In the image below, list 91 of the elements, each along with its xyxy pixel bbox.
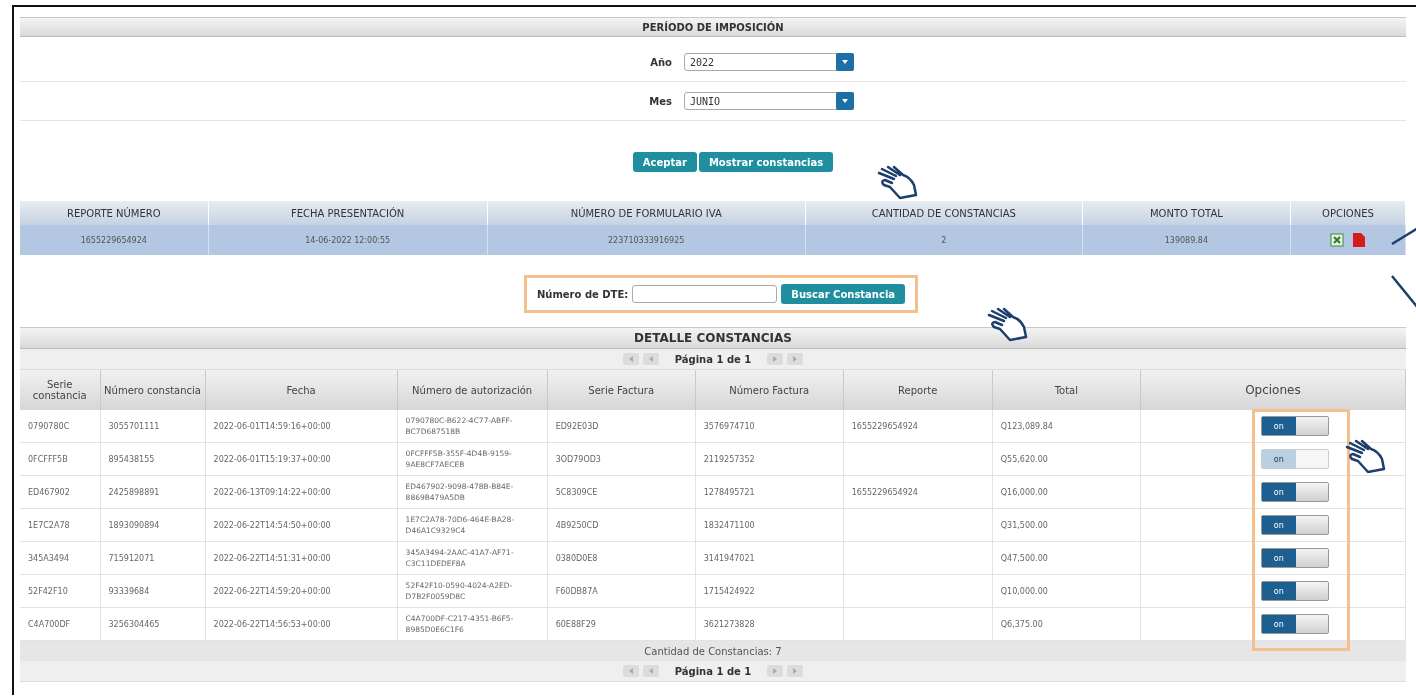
table-cell: 715912071 <box>100 541 206 575</box>
table-cell: F60DB87A <box>547 574 696 608</box>
field-label: Número de DTE: <box>536 288 629 300</box>
record-count: Cantidad de Constancias: 7 <box>644 645 782 657</box>
table-cell: 1715424922 <box>695 574 844 608</box>
spreadsheet-icon[interactable] <box>1329 233 1344 247</box>
column-header: OPCIONES <box>1290 201 1406 225</box>
column-header: Fecha <box>205 370 398 410</box>
column-header: Número Factura <box>695 370 844 410</box>
table-cell: 5C8309CE <box>547 475 696 509</box>
table-cell: 1655229654924 <box>843 410 993 443</box>
table-cell: 2022-06-22T14:51:31+00:00 <box>205 541 398 575</box>
table-cell: 0380D0E8 <box>547 541 696 575</box>
table-cell: Q16,000.00 <box>992 475 1141 509</box>
toggle-switch[interactable]: on <box>1260 581 1329 601</box>
table-cell: 93339684 <box>100 574 206 608</box>
table-cell: 2022-06-13T09:14:22+00:00 <box>205 475 398 509</box>
action-button[interactable]: Aceptar <box>632 152 697 172</box>
column-header: Serie constancia <box>20 370 100 410</box>
toggle-switch[interactable]: on <box>1260 548 1329 568</box>
table-cell: 223710333916925 <box>487 225 806 255</box>
table-cell: 1E7C2A78 <box>20 508 100 542</box>
column-header: CANTIDAD DE CONSTANCIAS <box>805 201 1083 225</box>
table-cell: Q31,500.00 <box>992 508 1141 542</box>
toggle-switch[interactable]: on <box>1260 482 1329 502</box>
table-cell: 2022-06-22T14:59:20+00:00 <box>205 574 398 608</box>
table-cell: 3621273828 <box>695 607 844 641</box>
table-cell: 3141947021 <box>695 541 844 575</box>
document-icon[interactable] <box>1351 232 1366 248</box>
pointing-hand-icon <box>1344 439 1388 475</box>
dropdown-arrow-icon <box>841 98 849 104</box>
table-cell: 3055701111 <box>100 410 206 443</box>
field-label: Mes <box>649 95 673 107</box>
search-button[interactable]: Buscar Constancia <box>781 284 906 304</box>
column-header: Opciones <box>1140 370 1406 410</box>
table-cell: 2119257352 <box>695 442 844 476</box>
table-cell: 1655229654924 <box>20 225 209 255</box>
section-title: PERÍODO DE IMPOSICIÓN <box>642 21 784 33</box>
column-header: Total <box>992 370 1141 410</box>
page-indicator: Página 1 de 1 <box>673 353 753 365</box>
column-header: MONTO TOTAL <box>1082 201 1291 225</box>
table-cell: 4B9250CD <box>547 508 696 542</box>
column-header: Reporte <box>843 370 993 410</box>
table-cell: C4A700DF <box>20 607 100 641</box>
table-cell: 2 <box>805 225 1083 255</box>
table-cell: 2425898891 <box>100 475 206 509</box>
table-cell: Q6,375.00 <box>992 607 1141 641</box>
table-cell: 60E88F29 <box>547 607 696 641</box>
field-label: Año <box>650 56 673 68</box>
table-cell: 14-06-2022 12:00:55 <box>208 225 488 255</box>
table-cell: ED467902 <box>20 475 100 509</box>
table-cell: 1893090894 <box>100 508 206 542</box>
table-cell: 3576974710 <box>695 410 844 443</box>
table-cell: 345A3494 <box>20 541 100 575</box>
table-cell: 1655229654924 <box>843 475 993 509</box>
table-cell: ED92E03D <box>547 410 696 443</box>
page-indicator: Página 1 de 1 <box>673 665 753 677</box>
action-button[interactable]: Mostrar constancias <box>698 152 834 172</box>
table-cell: 52F42F10 <box>20 574 100 608</box>
table-cell: 0FCFFF5B <box>20 442 100 476</box>
table-cell: 0790780C <box>20 410 100 443</box>
toggle-switch[interactable]: on <box>1260 614 1329 634</box>
column-header: REPORTE NÚMERO <box>20 201 209 225</box>
table-cell: 1278495721 <box>695 475 844 509</box>
dropdown[interactable]: 2022 <box>684 53 854 71</box>
column-header: Serie Factura <box>547 370 696 410</box>
column-header: NÚMERO DE FORMULARIO IVA <box>487 201 806 225</box>
table-cell: 2022-06-22T14:56:53+00:00 <box>205 607 398 641</box>
pointing-hand-icon <box>876 165 920 201</box>
dropdown[interactable]: JUNIO <box>684 92 854 110</box>
table-cell: 2022-06-01T14:59:16+00:00 <box>205 410 398 443</box>
toggle-switch[interactable]: on <box>1260 515 1329 535</box>
table-cell: 2022-06-22T14:54:50+00:00 <box>205 508 398 542</box>
table-cell: 3OD79OD3 <box>547 442 696 476</box>
table-cell: 3256304465 <box>100 607 206 641</box>
column-header: Número constancia <box>100 370 206 410</box>
table-cell: Q55,620.00 <box>992 442 1141 476</box>
table-cell: Q10,000.00 <box>992 574 1141 608</box>
table-cell: 2022-06-01T15:19:37+00:00 <box>205 442 398 476</box>
toggle-switch[interactable]: on <box>1260 416 1329 436</box>
column-header: FECHA PRESENTACIÓN <box>208 201 488 225</box>
table-cell: Q123,089.84 <box>992 410 1141 443</box>
section-title: DETALLE CONSTANCIAS <box>634 331 792 345</box>
table-cell: 895438155 <box>100 442 206 476</box>
table-cell: 139089.84 <box>1082 225 1291 255</box>
pointing-hand-icon <box>986 307 1030 343</box>
table-cell: 1832471100 <box>695 508 844 542</box>
dropdown-arrow-icon <box>841 59 849 65</box>
input-field[interactable] <box>632 285 778 303</box>
column-header: Número de autorización <box>397 370 548 410</box>
table-cell: Q47,500.00 <box>992 541 1141 575</box>
